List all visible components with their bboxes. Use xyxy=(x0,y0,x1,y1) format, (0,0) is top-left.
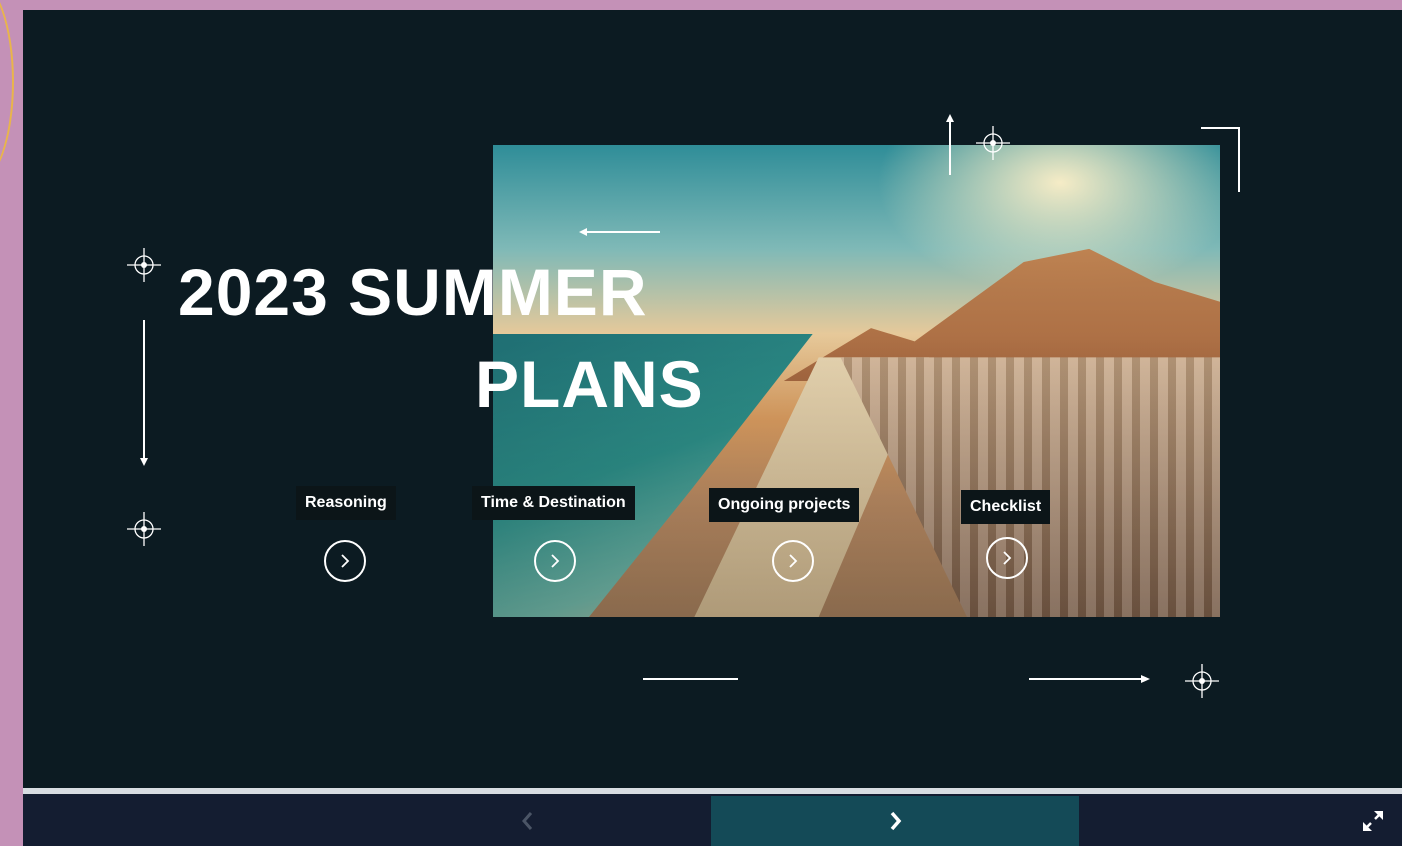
decorative-lines xyxy=(126,114,1240,699)
presentation-slide: 2023 SUMMER PLANS Reasoning Time & Desti… xyxy=(23,10,1402,788)
slide-title-line-2: PLANS xyxy=(475,347,704,421)
nav-label-time-destination[interactable]: Time & Destination xyxy=(472,486,635,520)
next-slide-button[interactable] xyxy=(711,796,1079,846)
slide-title-line-1: 2023 SUMMER xyxy=(178,255,648,329)
chevron-right-icon xyxy=(341,554,350,568)
nav-label-reasoning[interactable]: Reasoning xyxy=(296,486,396,520)
nav-button-ongoing-projects[interactable] xyxy=(772,540,814,582)
chevron-right-icon xyxy=(551,554,560,568)
expand-icon xyxy=(1363,811,1383,831)
presentation-controls xyxy=(23,788,1402,846)
nav-button-reasoning[interactable] xyxy=(324,540,366,582)
chevron-right-icon xyxy=(890,811,902,831)
nav-label-ongoing-projects[interactable]: Ongoing projects xyxy=(709,488,860,522)
chevron-right-icon xyxy=(789,554,798,568)
frame-accent xyxy=(0,0,14,184)
nav-button-checklist[interactable] xyxy=(986,537,1028,579)
chevron-left-icon xyxy=(522,812,533,830)
chevron-right-icon xyxy=(1003,551,1012,565)
fullscreen-button[interactable] xyxy=(1354,802,1392,840)
previous-slide-button[interactable] xyxy=(493,796,563,846)
nav-button-time-destination[interactable] xyxy=(534,540,576,582)
nav-label-checklist[interactable]: Checklist xyxy=(961,490,1051,524)
progress-track xyxy=(23,788,1402,794)
